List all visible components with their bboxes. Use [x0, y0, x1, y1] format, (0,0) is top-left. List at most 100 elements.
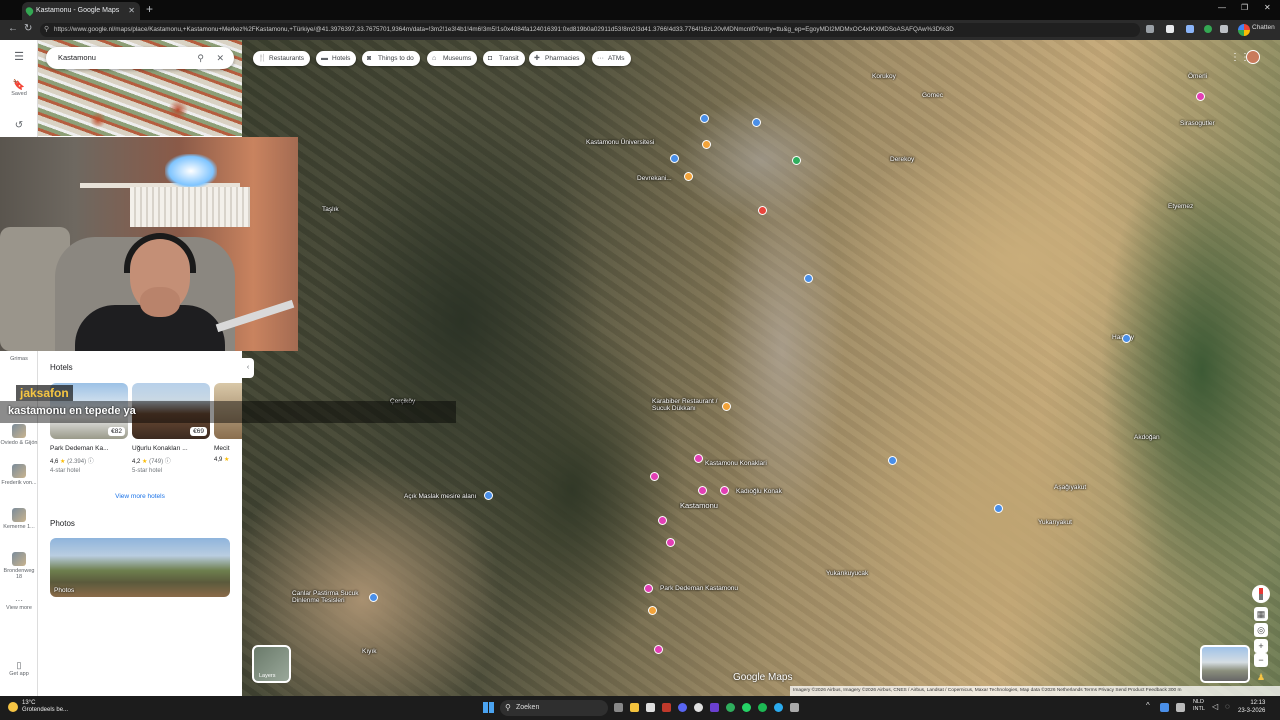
- chevron-up-icon[interactable]: ^: [1146, 701, 1150, 710]
- weather-widget[interactable]: 13°C Grotendeels be...: [8, 700, 68, 714]
- search-input[interactable]: Kastamonu ⚲ ✕: [46, 47, 234, 69]
- twitch-icon[interactable]: [710, 703, 719, 712]
- address-bar[interactable]: ⚲ https://www.google.nl/maps/place/Kasta…: [40, 23, 1140, 37]
- rail-view-more[interactable]: ··· View more: [0, 596, 38, 611]
- hotel-pin-icon[interactable]: [658, 516, 667, 525]
- map-label-omerli[interactable]: Ömerli: [1188, 73, 1207, 80]
- account-avatar-icon[interactable]: [1246, 50, 1260, 64]
- map-label-derekoy[interactable]: Derekoy: [890, 156, 914, 163]
- translate-icon[interactable]: [1186, 25, 1194, 33]
- map-label-asagiyakut[interactable]: Aşağıyakut: [1054, 484, 1086, 491]
- park-pin-icon[interactable]: [792, 156, 801, 165]
- chip-atms[interactable]: ··· ATMs: [592, 51, 631, 66]
- map-label-kastamonu[interactable]: Kastamonu: [680, 501, 718, 510]
- system-clock[interactable]: 12:13 23-3-2026: [1238, 699, 1265, 715]
- browser-tab[interactable]: Kastamonu - Google Maps ✕: [22, 2, 140, 20]
- language-indicator[interactable]: NLD INTL: [1193, 699, 1205, 713]
- transit-pin-icon[interactable]: [888, 456, 897, 465]
- chip-museums[interactable]: ⌂ Museums: [427, 51, 478, 66]
- profile-label[interactable]: Chatten: [1252, 24, 1275, 31]
- reload-icon[interactable]: ↻: [24, 23, 32, 34]
- map-label-kadioglu[interactable]: Kadıoğlu Konak: [736, 488, 782, 495]
- map-label-devrekani[interactable]: Devrekani...: [637, 175, 672, 182]
- rail-saved[interactable]: 🔖 Saved: [0, 80, 38, 97]
- chip-hotels[interactable]: ▬ Hotels: [316, 51, 357, 66]
- zoom-in-button[interactable]: +: [1254, 639, 1268, 653]
- transit-pin-icon[interactable]: [804, 274, 813, 283]
- hotel-pin-icon[interactable]: [720, 486, 729, 495]
- park-pin-icon[interactable]: [484, 491, 493, 500]
- transit-pin-icon[interactable]: [670, 154, 679, 163]
- restaurant-pin-icon[interactable]: [722, 402, 731, 411]
- minimize-icon[interactable]: —: [1218, 3, 1226, 12]
- site-info-icon[interactable]: ⚲: [44, 23, 49, 37]
- rail-recent-5[interactable]: Brondenweg 18: [0, 552, 38, 580]
- map-label-karabiber[interactable]: Karabiber Restaurant / Sucuk Dükkanı: [652, 398, 722, 412]
- map-label-kastamonu-konaklari[interactable]: Kastamonu Konaklari: [705, 460, 767, 467]
- restaurant-pin-icon[interactable]: [702, 140, 711, 149]
- hospital-pin-icon[interactable]: [758, 206, 767, 215]
- photos-thumbnail[interactable]: Photos: [50, 538, 230, 597]
- 3d-toggle-button[interactable]: ▦: [1254, 607, 1268, 621]
- microphone-icon[interactable]: [1176, 703, 1185, 712]
- restaurant-pin-icon[interactable]: [369, 593, 378, 602]
- close-window-icon[interactable]: ✕: [1264, 3, 1271, 12]
- bookmark-icon[interactable]: [1166, 25, 1174, 33]
- whatsapp-icon[interactable]: [742, 703, 751, 712]
- map-label-kastamonu-university[interactable]: Kastamonu Üniversitesi: [586, 139, 654, 146]
- close-icon[interactable]: ✕: [216, 47, 224, 69]
- rail-recent-2[interactable]: Oviedo & Gijón: [0, 424, 38, 446]
- hotel-pin-icon[interactable]: [650, 472, 659, 481]
- volume-icon[interactable]: ◁: [1212, 702, 1218, 711]
- map-label-park-dedeman[interactable]: Park Dedeman Kastamonu: [660, 585, 738, 592]
- layers-button[interactable]: Layers: [252, 645, 291, 683]
- network-icon[interactable]: ◌: [1225, 702, 1230, 711]
- restaurant-pin-icon[interactable]: [684, 172, 693, 181]
- map-label-canlar[interactable]: Canlar Pastirma Sucuk Dinlenme Tesisleri: [292, 590, 370, 604]
- my-location-icon[interactable]: ◎: [1254, 623, 1268, 637]
- extension-green-icon[interactable]: [1204, 25, 1212, 33]
- rail-recent-4[interactable]: Kemerne 1...: [0, 508, 38, 530]
- hotel-pin-icon[interactable]: [698, 486, 707, 495]
- hotel-pin-icon[interactable]: [644, 584, 653, 593]
- transit-pin-icon[interactable]: [1122, 334, 1131, 343]
- restaurant-pin-icon[interactable]: [648, 606, 657, 615]
- map-label-yukariyakut[interactable]: Yukarıyakut: [1038, 519, 1072, 526]
- app-red-icon[interactable]: [662, 703, 671, 712]
- collapse-panel-button[interactable]: ‹: [242, 358, 254, 378]
- file-explorer-icon[interactable]: [630, 703, 639, 712]
- rail-get-app[interactable]: ▯ Get app: [0, 660, 38, 677]
- extension-icon[interactable]: [1146, 25, 1154, 33]
- map-label-sirasogutler[interactable]: Sirasogutler: [1180, 120, 1215, 127]
- map-label-korukoy[interactable]: Korukoy: [872, 73, 896, 80]
- hotel-pin-icon[interactable]: [1196, 92, 1205, 101]
- satellite-map[interactable]: Korukoy Gomec Ömerli Sirasogutler Dereko…: [242, 40, 1280, 696]
- view-more-hotels-link[interactable]: View more hotels: [38, 493, 242, 500]
- settings-icon[interactable]: [790, 703, 799, 712]
- map-label-etyemez[interactable]: Etyemez: [1168, 203, 1193, 210]
- new-tab-icon[interactable]: +: [146, 2, 153, 16]
- taskbar-search[interactable]: ⚲ Zoeken: [500, 700, 608, 716]
- rail-recent-3[interactable]: Frederik von...: [0, 464, 38, 486]
- chip-things-to-do[interactable]: ◙ Things to do: [362, 51, 420, 66]
- profile-avatar-icon[interactable]: [1238, 24, 1250, 36]
- telegram-icon[interactable]: [774, 703, 783, 712]
- map-label-kiyik[interactable]: Kıyık: [362, 648, 376, 655]
- windows-start-icon[interactable]: [483, 702, 494, 713]
- rail-recent-1[interactable]: Grimas: [0, 356, 38, 362]
- maximize-icon[interactable]: ❐: [1241, 3, 1248, 12]
- zoom-out-button[interactable]: −: [1254, 653, 1268, 667]
- street-view-thumbnail[interactable]: [1200, 645, 1250, 683]
- tray-app-icon[interactable]: [1160, 703, 1169, 712]
- hotel-card[interactable]: €69 Uğurlu Konakları ... 4,2 ★ (749) ⓘ 5…: [132, 383, 210, 474]
- notepad-icon[interactable]: [646, 703, 655, 712]
- chip-transit[interactable]: ◘ Transit: [483, 51, 525, 66]
- map-label-gomec[interactable]: Gomec: [922, 92, 943, 99]
- map-label-acik-maslak[interactable]: Açık Maslak mesire alanı: [404, 493, 476, 500]
- back-icon[interactable]: ←: [8, 23, 18, 34]
- obs-icon[interactable]: [694, 703, 703, 712]
- spotify-icon[interactable]: [758, 703, 767, 712]
- menu-icon[interactable]: [1220, 25, 1228, 33]
- discord-icon[interactable]: [678, 703, 687, 712]
- map-label-akdogan[interactable]: Akdoğan: [1134, 434, 1160, 441]
